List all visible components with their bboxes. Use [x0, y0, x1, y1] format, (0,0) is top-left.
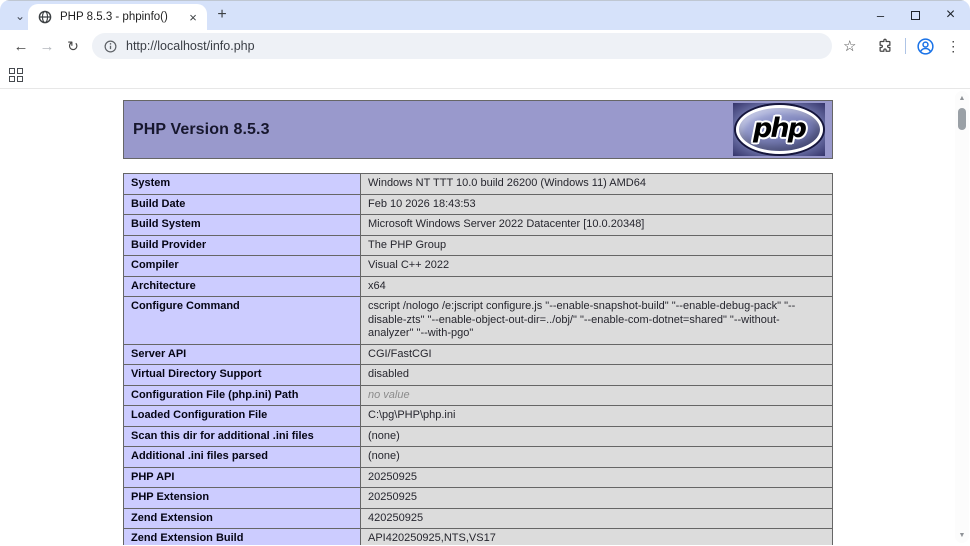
php-logo-ellipse: php	[735, 105, 823, 154]
tab-title: PHP 8.5.3 - phpinfo()	[60, 11, 168, 23]
scrollbar-thumb[interactable]	[958, 108, 966, 130]
table-row: Virtual Directory Support disabled	[123, 364, 833, 386]
table-row: Compiler Visual C++ 2022	[123, 255, 833, 277]
row-value: Microsoft Windows Server 2022 Datacenter…	[360, 214, 833, 236]
row-label: Virtual Directory Support	[123, 364, 361, 386]
page-viewport: PHP Version 8.5.3 php System Windows NT T…	[0, 89, 970, 545]
row-label: Configure Command	[123, 296, 361, 345]
row-value: Windows NT TTT 10.0 build 26200 (Windows…	[360, 173, 833, 195]
table-row: Architecture x64	[123, 275, 833, 297]
table-row: Loaded Configuration File C:\pg\PHP\php.i…	[123, 405, 833, 427]
row-value: 420250925	[360, 507, 833, 529]
page-title: PHP Version 8.5.3	[133, 120, 270, 138]
table-row: Configure Command cscript /nologo /e:jscr…	[123, 296, 833, 345]
table-row: Scan this dir for additional .ini files(…	[123, 425, 833, 447]
scroll-down-icon[interactable]: ▼	[955, 532, 969, 539]
minimize-button[interactable]: –	[863, 0, 898, 30]
row-label: Architecture	[123, 275, 361, 297]
row-value: (none)	[360, 446, 833, 468]
reload-icon: ↻	[67, 37, 79, 54]
phpinfo-header: PHP Version 8.5.3 php	[123, 100, 833, 159]
reload-button[interactable]: ↻	[60, 33, 86, 59]
profile-avatar-icon[interactable]	[915, 37, 936, 56]
close-window-button[interactable]: ×	[933, 0, 968, 30]
row-label: PHP Extension	[123, 487, 361, 509]
row-value: 20250925	[360, 466, 833, 488]
table-row: Build System Microsoft Windows Server 202…	[123, 214, 833, 236]
table-row: Configuration File (php.ini) Path no valu…	[123, 384, 833, 406]
phpinfo-content: PHP Version 8.5.3 php System Windows NT T…	[123, 100, 833, 545]
toolbar-divider	[904, 38, 906, 54]
row-value: disabled	[360, 364, 833, 386]
titlebar: ⌄ PHP 8.5.3 - phpinfo() × + – ×	[0, 0, 970, 30]
back-button[interactable]: ←	[8, 33, 34, 59]
table-row: Build Date Feb 10 2026 18:43:53	[123, 193, 833, 215]
bookmark-star-icon[interactable]: ☆	[839, 37, 860, 55]
toolbar: ← → ↻ http://localhost/info.php ☆ ⋮	[0, 30, 970, 62]
table-row: PHP API 20250925	[123, 466, 833, 488]
kebab-menu-icon[interactable]: ⋮	[944, 38, 962, 55]
maximize-button[interactable]	[898, 0, 933, 30]
table-row: Build Provider The PHP Group	[123, 234, 833, 256]
table-row: Zend Extension Build API420250925,NTS,VS1…	[123, 528, 833, 545]
page-scrollbar[interactable]: ▲ ▼	[955, 91, 969, 543]
row-label: Additional .ini files parsed	[123, 446, 361, 468]
tab-close-icon[interactable]: ×	[185, 9, 201, 25]
row-value: CGI/FastCGI	[360, 343, 833, 365]
row-label: Loaded Configuration File	[123, 405, 361, 427]
maximize-icon	[911, 10, 920, 20]
active-tab[interactable]: PHP 8.5.3 - phpinfo() ×	[28, 4, 207, 30]
table-row: Zend Extension 420250925	[123, 507, 833, 529]
chevron-down-icon: ⌄	[14, 9, 26, 23]
apps-grid-icon[interactable]	[9, 68, 23, 82]
table-row: PHP Extension 20250925	[123, 487, 833, 509]
row-value: 20250925	[360, 487, 833, 509]
browser-window: ⌄ PHP 8.5.3 - phpinfo() × + – × ← → ↻ ht…	[0, 0, 970, 546]
row-value: (none)	[360, 425, 833, 447]
new-tab-button[interactable]: +	[213, 6, 231, 24]
row-label: Build Provider	[123, 234, 361, 256]
row-value: Visual C++ 2022	[360, 255, 833, 277]
row-label: Zend Extension Build	[123, 528, 361, 545]
row-label: Configuration File (php.ini) Path	[123, 384, 361, 406]
row-value: no value	[360, 384, 833, 406]
table-row: Additional .ini files parsed (none)	[123, 446, 833, 468]
row-label: Zend Extension	[123, 507, 361, 529]
row-value: cscript /nologo /e:jscript configure.js …	[360, 296, 833, 345]
forward-button[interactable]: →	[34, 33, 60, 59]
row-value: C:\pg\PHP\php.ini	[360, 405, 833, 427]
row-value: Feb 10 2026 18:43:53	[360, 193, 833, 215]
address-bar[interactable]: http://localhost/info.php	[92, 33, 832, 59]
row-label: Build System	[123, 214, 361, 236]
row-label: Build Date	[123, 193, 361, 215]
scroll-up-icon[interactable]: ▲	[955, 95, 969, 102]
php-logo: php	[733, 103, 825, 156]
row-label: PHP API	[123, 466, 361, 488]
table-row: System Windows NT TTT 10.0 build 26200 (W…	[123, 173, 833, 195]
row-value: The PHP Group	[360, 234, 833, 256]
row-label: Compiler	[123, 255, 361, 277]
row-value: x64	[360, 275, 833, 297]
info-table-body: System Windows NT TTT 10.0 build 26200 (W…	[123, 173, 833, 545]
row-label: Scan this dir for additional .ini files	[123, 425, 361, 447]
php-logo-text: php	[753, 112, 807, 144]
bookmarks-bar	[0, 62, 970, 89]
globe-favicon-icon	[38, 10, 52, 24]
url-text[interactable]: http://localhost/info.php	[126, 39, 255, 53]
site-info-icon[interactable]	[104, 40, 117, 53]
window-controls: – ×	[863, 0, 968, 30]
table-row: Server API CGI/FastCGI	[123, 343, 833, 365]
row-label: Server API	[123, 343, 361, 365]
phpinfo-table: System Windows NT TTT 10.0 build 26200 (W…	[123, 173, 833, 545]
row-value: API420250925,NTS,VS17	[360, 528, 833, 545]
row-label: System	[123, 173, 361, 195]
extensions-icon[interactable]	[874, 37, 895, 55]
